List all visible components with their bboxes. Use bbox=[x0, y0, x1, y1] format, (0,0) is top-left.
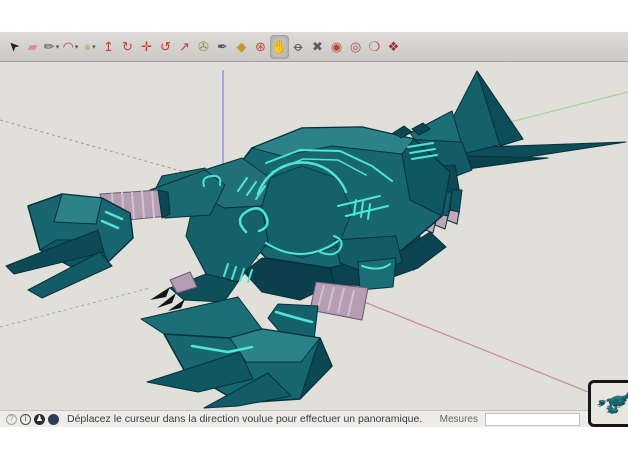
preview-mini-model bbox=[597, 391, 628, 417]
eraser-icon: ▰ bbox=[28, 40, 38, 53]
toolbar-button-move[interactable]: ✛ bbox=[137, 35, 156, 59]
crab-model bbox=[6, 71, 626, 408]
top-margin bbox=[0, 0, 628, 32]
toolbar-button-walk[interactable]: ❍ bbox=[365, 35, 384, 59]
line-dropdown-arrow[interactable]: ▾ bbox=[56, 43, 60, 51]
measurements-input[interactable] bbox=[485, 413, 580, 426]
toolbar-button-orbit[interactable]: ⊛ bbox=[251, 35, 270, 59]
warehouse-icon: ❖ bbox=[388, 40, 400, 53]
zoom-icon: ⌀ bbox=[291, 39, 306, 54]
arc-icon: ◠ bbox=[63, 40, 74, 53]
look-around-icon: ◎ bbox=[350, 40, 361, 53]
3d-canvas[interactable] bbox=[0, 62, 628, 410]
push-pull-icon: ↥ bbox=[103, 40, 114, 53]
info-icon[interactable]: i bbox=[20, 414, 31, 425]
bottom-margin bbox=[0, 427, 628, 472]
toolbar-button-shapes[interactable]: ●▾ bbox=[80, 35, 99, 59]
status-message: Déplacez le curseur dans la direction vo… bbox=[67, 413, 422, 425]
tape-measure-icon: ✇ bbox=[198, 40, 209, 53]
position-camera-icon: ◉ bbox=[331, 40, 342, 53]
move-icon: ✛ bbox=[141, 40, 152, 53]
toolbar-button-line[interactable]: ✏▾ bbox=[42, 35, 61, 59]
walk-icon: ❍ bbox=[369, 40, 381, 53]
toolbar-button-text[interactable]: ✒ bbox=[213, 35, 232, 59]
pan-icon: ✋ bbox=[271, 40, 287, 53]
line-icon: ✏ bbox=[44, 40, 55, 53]
follow-me-icon: ↻ bbox=[122, 40, 133, 53]
scale-icon: ↗ bbox=[179, 40, 190, 53]
toolbar-button-eraser[interactable]: ▰ bbox=[23, 35, 42, 59]
toolbar-button-zoom-extents[interactable]: ✖ bbox=[308, 35, 327, 59]
toolbar-button-warehouse[interactable]: ❖ bbox=[384, 35, 403, 59]
toolbar-button-tape-measure[interactable]: ✇ bbox=[194, 35, 213, 59]
shapes-dropdown-arrow[interactable]: ▾ bbox=[92, 43, 96, 51]
measurements-label: Mesures bbox=[440, 414, 478, 425]
rotate-icon: ↺ bbox=[160, 40, 171, 53]
toolbar-button-position-camera[interactable]: ◉ bbox=[327, 35, 346, 59]
preview-thumbnail bbox=[588, 380, 628, 427]
toolbar-button-look-around[interactable]: ◎ bbox=[346, 35, 365, 59]
toolbar-button-pan[interactable]: ✋ bbox=[270, 35, 289, 59]
status-bar: ?i♟ Déplacez le curseur dans la directio… bbox=[0, 410, 628, 427]
toolbar-button-rotate[interactable]: ↺ bbox=[156, 35, 175, 59]
help-icon[interactable]: ? bbox=[6, 414, 17, 425]
arc-dropdown-arrow[interactable]: ▾ bbox=[75, 43, 79, 51]
toolbar-button-arc[interactable]: ◠▾ bbox=[61, 35, 80, 59]
toolbar-button-follow-me[interactable]: ↻ bbox=[118, 35, 137, 59]
shapes-icon: ● bbox=[83, 40, 91, 53]
toolbar-button-paint-bucket[interactable]: ◆ bbox=[232, 35, 251, 59]
zoom-extents-icon: ✖ bbox=[312, 40, 323, 53]
viewport[interactable] bbox=[0, 62, 628, 410]
paint-bucket-icon: ◆ bbox=[237, 40, 247, 53]
toolbar: ➤▰✏▾◠▾●▾↥↻✛↺↗✇✒◆⊛✋⌀✖◉◎❍❖ bbox=[0, 32, 628, 62]
user-icon[interactable]: ♟ bbox=[34, 414, 45, 425]
toolbar-button-scale[interactable]: ↗ bbox=[175, 35, 194, 59]
toolbar-button-push-pull[interactable]: ↥ bbox=[99, 35, 118, 59]
select-icon: ➤ bbox=[5, 38, 22, 55]
toolbar-button-zoom[interactable]: ⌀ bbox=[289, 35, 308, 59]
text-icon: ✒ bbox=[217, 40, 228, 53]
globe-icon[interactable] bbox=[48, 414, 59, 425]
toolbar-button-select[interactable]: ➤ bbox=[4, 35, 23, 59]
orbit-icon: ⊛ bbox=[255, 40, 266, 53]
